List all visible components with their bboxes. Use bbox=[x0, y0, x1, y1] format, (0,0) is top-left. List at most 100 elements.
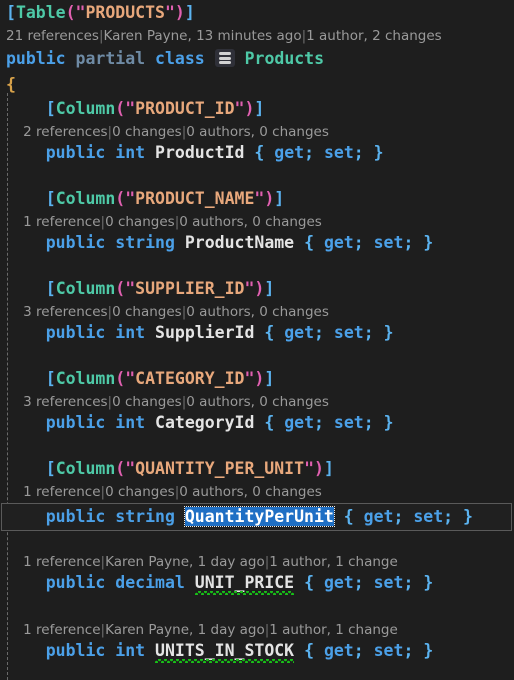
member-attribute-line[interactable]: [Column("PRODUCT_ID")] bbox=[0, 96, 514, 122]
attribute-string-value[interactable]: PRODUCT_NAME bbox=[135, 189, 254, 208]
close-bracket: ] bbox=[264, 369, 275, 388]
semicolon: ; bbox=[363, 323, 374, 342]
member-codelens[interactable]: 3 references|0 changes|0 authors, 0 chan… bbox=[0, 392, 514, 412]
modifier-public: public bbox=[45, 233, 106, 252]
get-accessor[interactable]: get bbox=[364, 507, 394, 526]
attribute-string-value[interactable]: SUPPLIER_ID bbox=[135, 279, 244, 298]
accessor-open-brace: { bbox=[304, 641, 314, 660]
codelens-changes[interactable]: 0 changes bbox=[105, 214, 175, 230]
attribute-name[interactable]: Column bbox=[56, 99, 116, 118]
selected-identifier[interactable]: QuantityPerUnit bbox=[183, 506, 335, 527]
member-identifier-with-warning[interactable]: UNIT_PRICE bbox=[195, 573, 294, 592]
get-accessor[interactable]: get bbox=[324, 641, 354, 660]
codelens-references[interactable]: 2 references bbox=[23, 124, 107, 140]
close-quote: " bbox=[254, 189, 265, 208]
open-paren: ( bbox=[115, 459, 126, 478]
member-identifier[interactable]: ProductName bbox=[185, 233, 294, 252]
codelens-references[interactable]: 1 reference bbox=[23, 484, 100, 500]
attribute-name[interactable]: Column bbox=[56, 369, 116, 388]
codelens-references[interactable]: 3 references bbox=[23, 304, 107, 320]
codelens-authors-changes[interactable]: 1 author, 1 change bbox=[269, 622, 398, 638]
codelens-references[interactable]: 21 references bbox=[6, 28, 99, 44]
accessor-open-brace: { bbox=[304, 233, 314, 252]
get-accessor[interactable]: get bbox=[274, 143, 304, 162]
member-attribute-line[interactable]: [Column("CATEGORY_ID")] bbox=[0, 366, 514, 392]
class-declaration-line[interactable]: public partial class Products bbox=[0, 46, 514, 72]
close-quote: " bbox=[304, 459, 314, 478]
open-paren: ( bbox=[115, 99, 126, 118]
member-codelens[interactable]: 1 reference|Karen Payne, 1 day ago|1 aut… bbox=[0, 552, 514, 572]
set-accessor[interactable]: set bbox=[334, 323, 364, 342]
codelens-changes[interactable]: 1 author, 2 changes bbox=[306, 28, 442, 44]
get-accessor[interactable]: get bbox=[284, 413, 314, 432]
codelens-authors-changes[interactable]: 0 authors, 0 changes bbox=[186, 304, 329, 320]
get-accessor[interactable]: get bbox=[324, 573, 354, 592]
member-attribute-line[interactable]: [Column("QUANTITY_PER_UNIT")] bbox=[0, 456, 514, 482]
member-declaration-line[interactable]: public int SupplierId { get; set; } bbox=[0, 320, 514, 346]
code-editor-surface[interactable]: [Table("PRODUCTS")] 21 references|Karen … bbox=[0, 0, 514, 680]
attribute-string-value[interactable]: PRODUCTS bbox=[85, 3, 164, 22]
codelens-changes[interactable]: 0 changes bbox=[105, 484, 175, 500]
codelens-author[interactable]: Karen Payne, 13 minutes ago bbox=[104, 28, 302, 44]
member-attribute-line[interactable]: [Column("SUPPLIER_ID")] bbox=[0, 276, 514, 302]
member-declaration-line[interactable]: public string ProductName { get; set; } bbox=[0, 230, 514, 256]
member-identifier[interactable]: SupplierId bbox=[155, 323, 254, 342]
member-codelens[interactable]: 1 reference|0 changes|0 authors, 0 chang… bbox=[0, 212, 514, 232]
codelens-changes[interactable]: 0 changes bbox=[112, 304, 182, 320]
member-identifier-with-warning[interactable]: UNITS_IN_STOCK bbox=[155, 641, 294, 660]
modifier-public: public bbox=[45, 143, 106, 162]
accessor-close-brace: } bbox=[383, 413, 394, 432]
set-accessor[interactable]: set bbox=[374, 573, 404, 592]
attribute-name[interactable]: Column bbox=[56, 459, 116, 478]
attribute-string-value[interactable]: PRODUCT_ID bbox=[135, 99, 234, 118]
member-declaration-line[interactable]: public decimal UNIT_PRICE { get; set; } bbox=[0, 570, 514, 596]
get-accessor[interactable]: get bbox=[284, 323, 314, 342]
open-bracket: [ bbox=[45, 279, 56, 298]
codelens-authors-changes[interactable]: 0 authors, 0 changes bbox=[186, 394, 329, 410]
member-codelens[interactable]: 1 reference|0 changes|0 authors, 0 chang… bbox=[0, 482, 514, 502]
member-codelens[interactable]: 2 references|0 changes|0 authors, 0 chan… bbox=[0, 122, 514, 142]
open-bracket: [ bbox=[6, 3, 16, 22]
attribute-name[interactable]: Table bbox=[16, 3, 66, 22]
codelens-references[interactable]: 1 reference bbox=[23, 622, 100, 638]
member-type: string bbox=[115, 233, 175, 252]
attribute-string-value[interactable]: CATEGORY_ID bbox=[135, 369, 244, 388]
member-identifier[interactable]: ProductId bbox=[155, 143, 244, 162]
codelens-authors-changes[interactable]: 0 authors, 0 changes bbox=[186, 124, 329, 140]
member-identifier[interactable]: CategoryId bbox=[155, 413, 254, 432]
attribute-name[interactable]: Column bbox=[56, 189, 116, 208]
member-declaration-line[interactable]: public int UNITS_IN_STOCK { get; set; } bbox=[0, 638, 514, 664]
codelens-changes[interactable]: 0 changes bbox=[112, 124, 182, 140]
member-declaration-line[interactable]: public int CategoryId { get; set; } bbox=[0, 410, 514, 436]
codelens-references[interactable]: 1 reference bbox=[23, 214, 100, 230]
member-attribute-line[interactable]: [Column("PRODUCT_NAME")] bbox=[0, 186, 514, 212]
set-accessor[interactable]: set bbox=[334, 413, 364, 432]
class-name[interactable]: Products bbox=[245, 49, 324, 68]
member-codelens[interactable]: 1 reference|Karen Payne, 1 day ago|1 aut… bbox=[0, 620, 514, 640]
modifier-public: public bbox=[45, 323, 106, 342]
set-accessor[interactable]: set bbox=[324, 143, 354, 162]
codelens-author[interactable]: Karen Payne, 1 day ago bbox=[105, 554, 265, 570]
codelens-authors-changes[interactable]: 0 authors, 0 changes bbox=[179, 214, 322, 230]
codelens-references[interactable]: 1 reference bbox=[23, 554, 100, 570]
set-accessor[interactable]: set bbox=[374, 641, 404, 660]
get-accessor[interactable]: get bbox=[324, 233, 354, 252]
attribute-string-value[interactable]: QUANTITY_PER_UNIT bbox=[135, 459, 304, 478]
codelens-authors-changes[interactable]: 1 author, 1 change bbox=[269, 554, 398, 570]
set-accessor[interactable]: set bbox=[374, 233, 404, 252]
close-quote: " bbox=[244, 279, 255, 298]
member-declaration-line-selected[interactable]: public string QuantityPerUnit { get; set… bbox=[0, 504, 514, 530]
codelens-changes[interactable]: 0 changes bbox=[112, 394, 182, 410]
codelens-references[interactable]: 3 references bbox=[23, 394, 107, 410]
set-accessor[interactable]: set bbox=[413, 507, 443, 526]
class-codelens[interactable]: 21 references|Karen Payne, 13 minutes ag… bbox=[0, 26, 514, 46]
codelens-author[interactable]: Karen Payne, 1 day ago bbox=[105, 622, 265, 638]
member-codelens[interactable]: 3 references|0 changes|0 authors, 0 chan… bbox=[0, 302, 514, 322]
open-bracket: [ bbox=[45, 459, 56, 478]
close-paren: ) bbox=[264, 189, 275, 208]
member-type: int bbox=[115, 323, 146, 342]
codelens-authors-changes[interactable]: 0 authors, 0 changes bbox=[179, 484, 322, 500]
attribute-name[interactable]: Column bbox=[56, 279, 116, 298]
class-attribute-line[interactable]: [Table("PRODUCTS")] bbox=[0, 0, 514, 26]
member-declaration-line[interactable]: public int ProductId { get; set; } bbox=[0, 140, 514, 166]
